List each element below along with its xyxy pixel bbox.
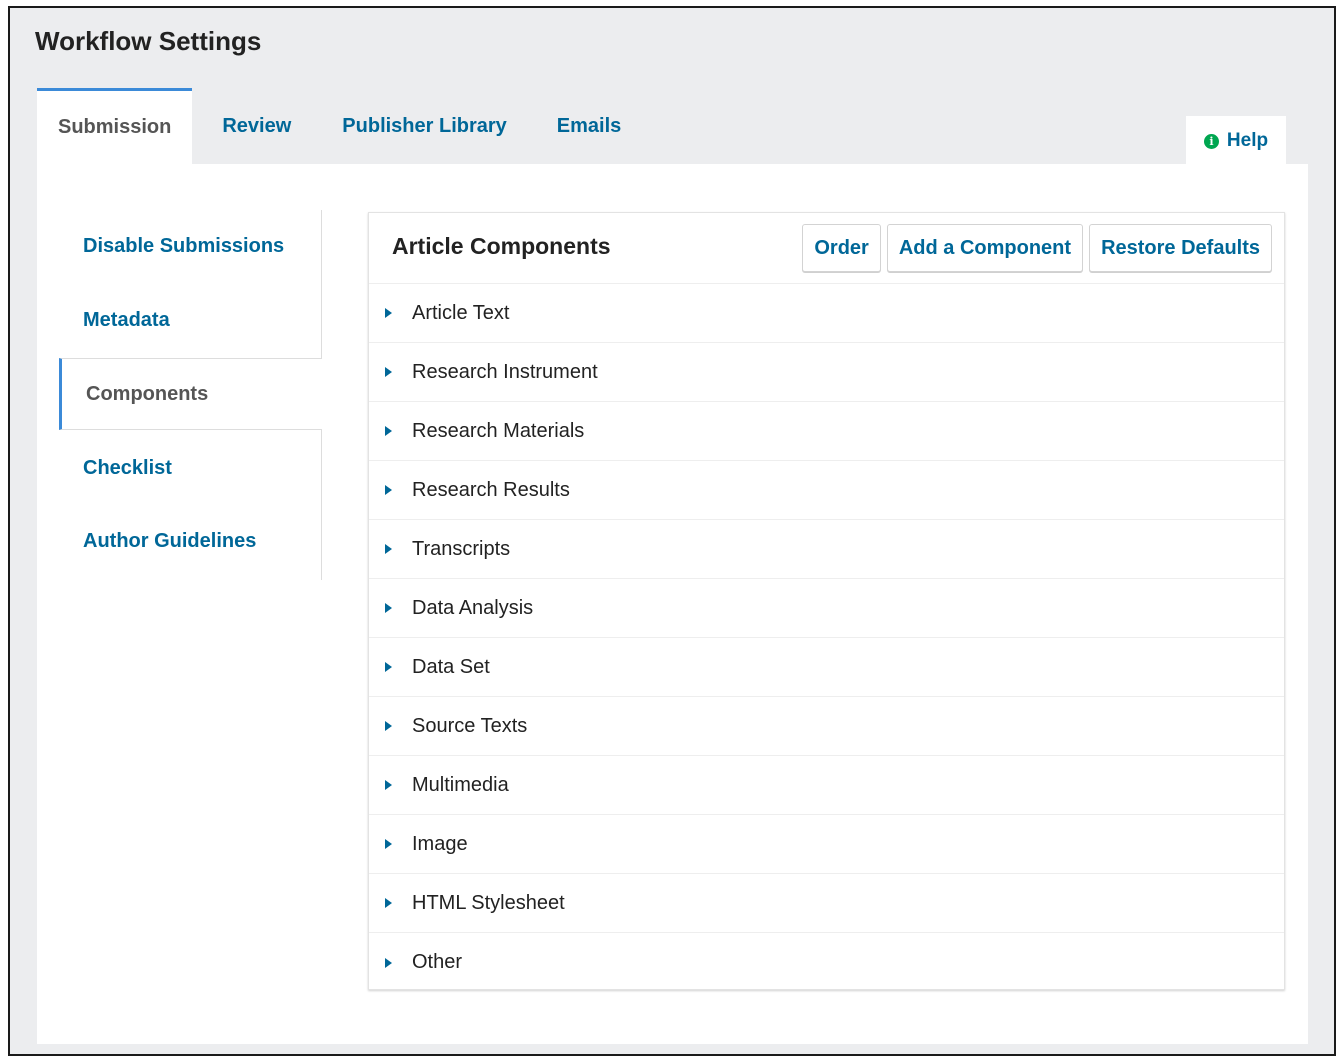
list-item[interactable]: Other: [369, 933, 1284, 992]
list-item[interactable]: HTML Stylesheet: [369, 874, 1284, 933]
caret-right-icon: [385, 662, 392, 672]
list-item-label: Data Set: [412, 655, 490, 678]
help-label: Help: [1226, 130, 1269, 151]
list-item-label: Source Texts: [412, 714, 528, 737]
caret-right-icon: [385, 839, 392, 849]
caret-right-icon: [385, 603, 392, 613]
side-nav-item-metadata[interactable]: Metadata: [37, 284, 321, 356]
page-title: Workflow Settings: [35, 26, 262, 56]
app-frame: Workflow Settings Submission Review Publ…: [8, 6, 1336, 1056]
list-item-label: Research Materials: [412, 419, 585, 442]
tab-content: Disable Submissions Metadata Components …: [37, 164, 1308, 1044]
tab-emails[interactable]: Emails: [532, 88, 646, 164]
caret-right-icon: [385, 426, 392, 436]
list-item[interactable]: Research Materials: [369, 402, 1284, 461]
list-item[interactable]: Research Instrument: [369, 343, 1284, 402]
side-nav-item-checklist[interactable]: Checklist: [37, 432, 321, 504]
list-item-label: Other: [412, 951, 463, 973]
side-nav-item-author-guidelines[interactable]: Author Guidelines: [37, 505, 321, 577]
panel-title: Article Components: [392, 233, 611, 259]
list-item[interactable]: Article Text: [369, 284, 1284, 343]
list-item-label: Multimedia: [412, 773, 509, 796]
caret-right-icon: [385, 721, 392, 731]
list-item[interactable]: Data Analysis: [369, 579, 1284, 638]
list-item-label: Research Instrument: [412, 360, 598, 383]
info-circle-icon: i: [1203, 133, 1219, 149]
restore-defaults-button[interactable]: Restore Defaults: [1089, 224, 1272, 272]
article-components-panel: Article Components Order Add a Component…: [368, 212, 1285, 990]
tab-publisher-library[interactable]: Publisher Library: [317, 88, 532, 164]
tab-submission[interactable]: Submission: [37, 88, 193, 164]
order-button[interactable]: Order: [802, 224, 881, 272]
side-nav-item-components[interactable]: Components: [59, 358, 322, 430]
list-item-label: Research Results: [412, 478, 570, 501]
list-item[interactable]: Data Set: [369, 638, 1284, 697]
component-list: Article Text Research Instrument Researc…: [369, 284, 1284, 992]
list-item[interactable]: Image: [369, 815, 1284, 874]
panel-header: Article Components Order Add a Component…: [369, 213, 1284, 284]
panel-actions: Order Add a Component Restore Defaults: [802, 224, 1272, 272]
list-item-label: Data Analysis: [412, 596, 534, 619]
list-item-label: Article Text: [412, 301, 510, 324]
list-item[interactable]: Multimedia: [369, 756, 1284, 815]
list-item-label: HTML Stylesheet: [412, 891, 565, 914]
list-item[interactable]: Research Results: [369, 461, 1284, 520]
list-item-label: Transcripts: [412, 537, 511, 560]
tab-review[interactable]: Review: [192, 88, 317, 164]
caret-right-icon: [385, 485, 392, 495]
caret-right-icon: [385, 898, 392, 908]
list-item[interactable]: Source Texts: [369, 697, 1284, 756]
caret-right-icon: [385, 544, 392, 554]
caret-right-icon: [385, 367, 392, 377]
side-nav: Disable Submissions Metadata Components …: [37, 210, 322, 580]
help-button[interactable]: i Help: [1186, 116, 1286, 166]
tab-bar: Submission Review Publisher Library Emai…: [37, 88, 646, 164]
caret-right-icon: [385, 308, 392, 318]
caret-right-icon: [385, 780, 392, 790]
caret-right-icon: [385, 957, 392, 968]
list-item-label: Image: [412, 832, 468, 855]
add-component-button[interactable]: Add a Component: [886, 224, 1084, 272]
side-nav-item-disable-submissions[interactable]: Disable Submissions: [37, 210, 321, 282]
list-item[interactable]: Transcripts: [369, 520, 1284, 579]
